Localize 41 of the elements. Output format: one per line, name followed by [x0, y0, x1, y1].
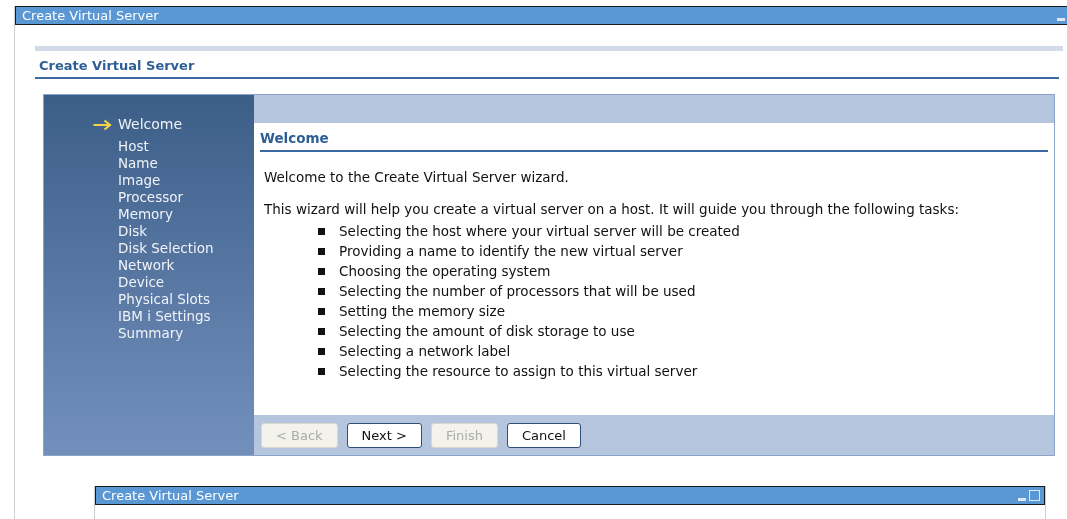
bullet-icon — [318, 287, 325, 295]
window-title: Create Virtual Server — [22, 7, 159, 24]
step-item[interactable]: Device — [90, 274, 165, 291]
wizard-button[interactable]: Cancel — [506, 422, 581, 448]
intro-text: Welcome to the Create Virtual Server wizard. — [264, 169, 570, 185]
section-title: Welcome — [260, 128, 1048, 152]
arrow-icon — [92, 119, 113, 131]
bullet-icon — [318, 347, 325, 355]
step-item[interactable]: Processor — [90, 189, 184, 206]
step-item[interactable]: Disk — [90, 223, 147, 240]
step-item[interactable]: Physical Slots — [90, 291, 211, 308]
task-text: Providing a name to identify the new virtual server — [339, 242, 683, 261]
bullet-icon — [318, 227, 325, 235]
step-item[interactable]: Welcome — [90, 116, 183, 133]
step-item[interactable]: Summary — [90, 325, 184, 342]
bullet-icon — [318, 327, 325, 335]
task-text: Selecting the number of processors that will be used — [339, 282, 696, 301]
step-item[interactable]: Memory — [90, 206, 173, 223]
step-item[interactable]: Disk Selection — [90, 240, 214, 257]
task-text: Setting the memory size — [339, 302, 505, 321]
bullet-icon — [318, 307, 325, 315]
task-text: Selecting a network label — [339, 342, 511, 361]
step-item[interactable]: Image — [90, 172, 161, 189]
minimize-icon[interactable] — [1057, 18, 1065, 21]
window-title: Create Virtual Server — [102, 487, 239, 504]
step-item[interactable]: Network — [90, 257, 175, 274]
task-text: Selecting the resource to assign to this virtual server — [339, 362, 698, 381]
bullet-icon — [318, 367, 325, 375]
page-title: Create Virtual Server — [35, 51, 1059, 79]
task-text: Selecting the amount of disk storage to use — [339, 322, 635, 341]
bullet-icon — [318, 247, 325, 255]
step-item[interactable]: Name — [90, 155, 158, 172]
maximize-icon[interactable] — [1029, 490, 1040, 501]
task-text: Selecting the host where your virtual server will be created — [339, 222, 740, 241]
minimize-icon[interactable] — [1018, 498, 1026, 501]
bullet-icon — [318, 267, 325, 275]
wizard-button[interactable]: Next > — [346, 422, 422, 448]
step-item[interactable]: Host — [90, 138, 149, 155]
description-text: This wizard will help you create a virtual server on a host. It will guide you through the following tasks: — [264, 202, 960, 217]
task-text: Choosing the operating system — [339, 262, 551, 281]
step-item[interactable]: IBM i Settings — [90, 308, 211, 325]
